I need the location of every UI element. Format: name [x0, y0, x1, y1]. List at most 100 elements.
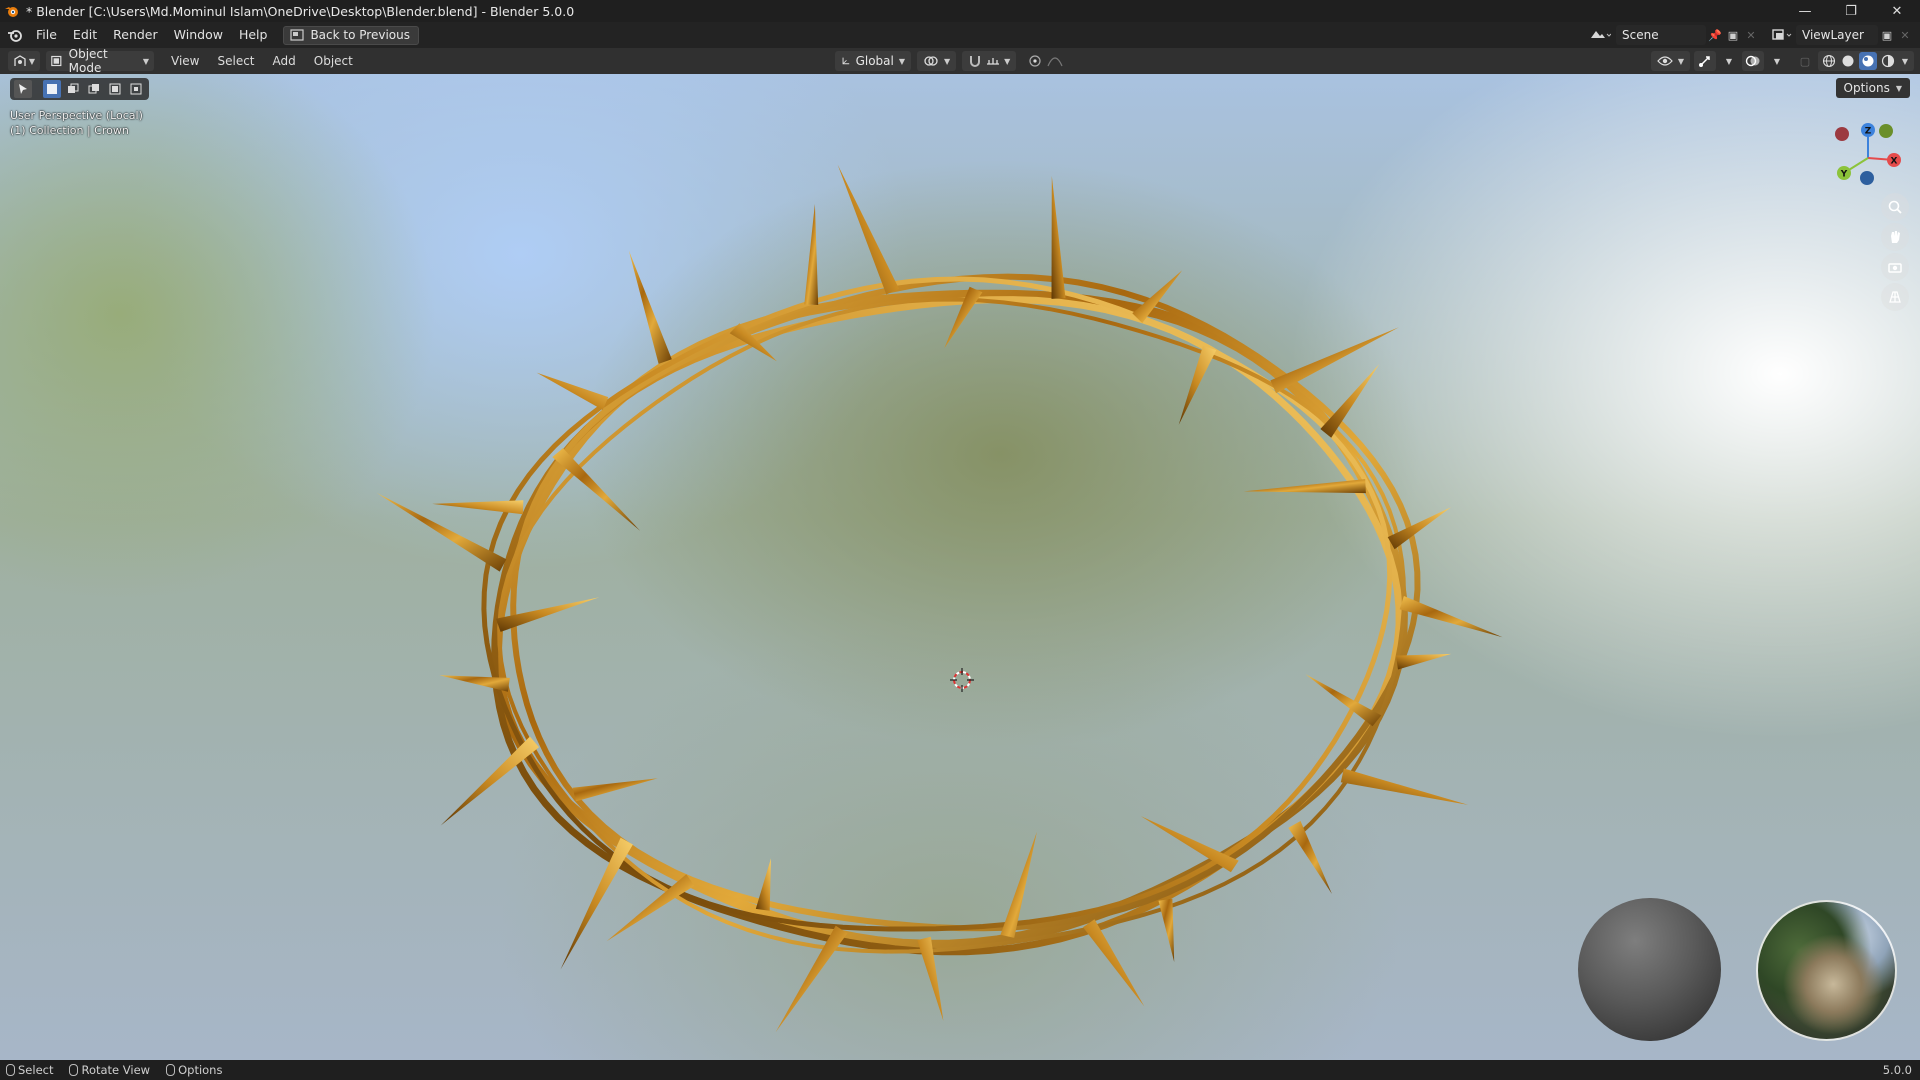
mouse-right-icon: [166, 1064, 176, 1076]
menu-edit[interactable]: Edit: [65, 24, 105, 46]
zoom-view-button[interactable]: [1881, 193, 1909, 221]
overlays-dropdown-icon[interactable]: ▼: [1768, 52, 1786, 70]
visibility-selector[interactable]: ▼: [1650, 51, 1690, 71]
new-view-layer-icon[interactable]: ▣: [1878, 26, 1896, 44]
material-preview-shading-icon[interactable]: [1859, 52, 1877, 70]
xray-toggle-icon[interactable]: ▢: [1796, 52, 1814, 70]
gizmo-dropdown-icon[interactable]: ▼: [1720, 52, 1738, 70]
crown-thorn: [1288, 821, 1332, 894]
gizmo-x-label: X: [1891, 157, 1898, 167]
select-tool-button[interactable]: [14, 80, 32, 98]
hint-rotate-label: Rotate View: [81, 1063, 151, 1077]
scene-icon[interactable]: [1586, 26, 1614, 44]
menu-view[interactable]: View: [162, 54, 208, 68]
material-preview-ball: [1578, 898, 1721, 1041]
blender-menu-icon[interactable]: [2, 22, 28, 48]
menu-add[interactable]: Add: [264, 54, 305, 68]
crown-thorn: [560, 837, 633, 970]
status-hint-rotate: Rotate View: [69, 1063, 150, 1077]
crown-thorn: [432, 500, 524, 515]
hdri-preview-ball: [1756, 900, 1897, 1041]
hint-select-label: Select: [18, 1063, 54, 1077]
gizmo-neg-y-ball[interactable]: [1879, 124, 1893, 138]
status-hint-options: Options: [166, 1063, 222, 1077]
gizmo-neg-z-ball[interactable]: [1860, 171, 1874, 185]
select-new-icon: [47, 84, 57, 94]
overlays-toggle[interactable]: [1742, 51, 1764, 71]
3d-viewport[interactable]: User Perspective (Local) (1) Collection …: [0, 74, 1920, 1060]
menu-select[interactable]: Select: [208, 54, 263, 68]
crown-thorn: [628, 250, 672, 364]
select-mode-extend-button[interactable]: [64, 80, 82, 98]
viewport-info-overlay: User Perspective (Local) (1) Collection …: [10, 108, 143, 138]
scene-selector[interactable]: Scene: [1616, 25, 1706, 45]
pin-icon[interactable]: 📌: [1706, 26, 1724, 44]
menu-file[interactable]: File: [28, 24, 65, 46]
wireframe-shading-icon[interactable]: [1821, 52, 1837, 70]
crown-thorn: [1178, 345, 1217, 425]
pan-view-button[interactable]: [1881, 223, 1909, 251]
chevron-down-icon: ▼: [1895, 83, 1902, 93]
menu-help[interactable]: Help: [231, 24, 276, 46]
crown-thorn: [1140, 816, 1239, 873]
solid-shading-icon[interactable]: [1840, 52, 1856, 70]
hand-icon: [1891, 231, 1900, 243]
overlays-icon: [1745, 55, 1760, 67]
back-to-previous-label: Back to Previous: [310, 28, 410, 42]
toggle-perspective-button[interactable]: [1881, 283, 1909, 311]
select-mode-subtract-button[interactable]: [85, 80, 103, 98]
select-mode-intersect-button[interactable]: [127, 80, 145, 98]
mode-label: Object Mode: [68, 47, 108, 75]
view-layer-icon[interactable]: [1768, 26, 1796, 44]
crown-thorn: [1340, 768, 1469, 805]
rendered-shading-icon[interactable]: [1880, 52, 1896, 70]
editor-type-selector[interactable]: ▼: [8, 51, 40, 71]
snap-toggle[interactable]: ▼: [962, 51, 1017, 71]
back-to-previous-button[interactable]: Back to Previous: [283, 25, 419, 45]
menu-window[interactable]: Window: [166, 24, 231, 46]
crown-thorn: [804, 204, 819, 305]
crown-thorn: [837, 164, 899, 295]
camera-view-button[interactable]: [1881, 253, 1909, 281]
proportional-editing-toggle[interactable]: [1022, 51, 1069, 71]
fullscreen-exit-icon: [290, 29, 305, 41]
shading-mode-group: ▼: [1818, 51, 1914, 71]
camera-icon: [1888, 263, 1902, 273]
transform-orientation-selector[interactable]: Global ▼: [835, 51, 911, 71]
menu-object[interactable]: Object: [305, 54, 362, 68]
perspective-label: User Perspective (Local): [10, 109, 143, 122]
crown-thorn: [755, 858, 771, 911]
menu-render[interactable]: Render: [105, 24, 166, 46]
crown-thorn: [1243, 479, 1366, 494]
select-invert-icon: [109, 83, 121, 95]
tool-header: [10, 78, 149, 100]
version-label: 5.0.0: [1882, 1063, 1912, 1077]
cursor-icon: [19, 84, 27, 94]
new-scene-icon[interactable]: ▣: [1724, 26, 1742, 44]
pivot-point-selector[interactable]: ▼: [917, 51, 957, 71]
close-button[interactable]: ✕: [1874, 0, 1920, 22]
view-layer-selector[interactable]: ViewLayer: [1796, 25, 1878, 45]
view-layer-name: ViewLayer: [1802, 28, 1864, 42]
maximize-button[interactable]: ❐: [1828, 0, 1874, 22]
orientation-axes-icon: [842, 57, 850, 65]
gizmo-toggle[interactable]: [1694, 51, 1716, 71]
gizmo-neg-x-ball[interactable]: [1835, 127, 1849, 141]
crown-thorn: [536, 372, 609, 410]
crown-thorn: [440, 736, 539, 826]
3d-cursor-icon[interactable]: [950, 668, 974, 692]
grid-perspective-icon: [1889, 291, 1901, 303]
status-bar: Select Rotate View Options 5.0.0: [0, 1060, 1920, 1080]
shading-dropdown-icon[interactable]: ▼: [1899, 52, 1911, 70]
options-button[interactable]: Options ▼: [1835, 78, 1910, 98]
select-mode-new-button[interactable]: [43, 80, 61, 98]
minimize-button[interactable]: —: [1782, 0, 1828, 22]
snap-increment-icon: [987, 58, 1000, 65]
delete-view-layer-icon[interactable]: ✕: [1896, 26, 1914, 44]
select-mode-invert-button[interactable]: [106, 80, 124, 98]
mode-selector[interactable]: Object Mode ▼: [46, 47, 154, 75]
delete-scene-icon[interactable]: ✕: [1742, 26, 1760, 44]
eye-icon: [1657, 56, 1673, 66]
crown-thorn: [1158, 898, 1175, 962]
navigation-gizmo[interactable]: Z X Y: [1830, 120, 1906, 196]
